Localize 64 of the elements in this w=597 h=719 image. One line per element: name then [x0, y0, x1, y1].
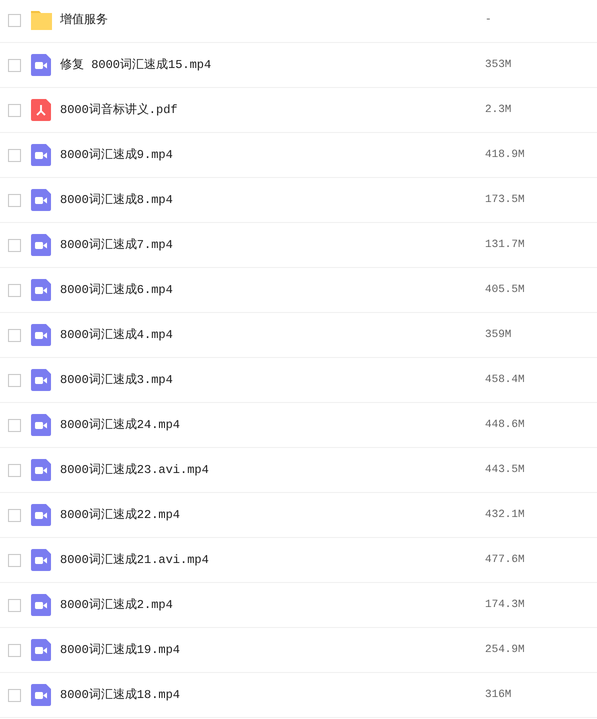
file-name[interactable]: 8000词汇速成4.mp4	[60, 326, 480, 344]
file-name[interactable]: 8000词汇速成18.mp4	[60, 686, 480, 704]
video-camera-icon	[31, 369, 51, 391]
file-name[interactable]: 8000词汇速成22.mp4	[60, 506, 480, 524]
file-name[interactable]: 8000词汇速成2.mp4	[60, 596, 480, 614]
file-size: 477.6M	[485, 552, 525, 568]
video-camera-icon	[31, 549, 51, 571]
file-size: 432.1M	[485, 508, 525, 523]
file-size: 359M	[485, 328, 512, 343]
file-name[interactable]: 8000词汇速成23.avi.mp4	[60, 461, 480, 479]
checkbox[interactable]	[8, 644, 21, 656]
video-camera-icon	[31, 54, 51, 76]
file-size: 405.5M	[485, 282, 525, 298]
video-camera-icon	[31, 459, 51, 481]
video-camera-icon	[31, 504, 51, 526]
file-name[interactable]: 8000词汇速成7.mp4	[60, 236, 480, 254]
checkbox[interactable]	[8, 464, 21, 476]
video-camera-icon	[31, 324, 51, 346]
checkbox[interactable]	[8, 418, 21, 432]
file-name[interactable]: 8000词汇速成8.mp4	[60, 191, 480, 209]
pdf-icon	[31, 99, 51, 121]
file-name[interactable]: 8000词汇速成21.avi.mp4	[60, 551, 480, 569]
checkbox[interactable]	[8, 284, 21, 296]
file-size: 458.4M	[485, 372, 525, 388]
file-name[interactable]: 8000词汇速成19.mp4	[60, 641, 480, 659]
checkbox[interactable]	[8, 104, 21, 116]
file-size: 254.9M	[485, 642, 525, 658]
checkbox[interactable]	[8, 554, 21, 566]
checkbox[interactable]	[8, 14, 21, 26]
checkbox[interactable]	[8, 194, 21, 206]
file-size: 2.3M	[485, 102, 512, 118]
checkbox[interactable]	[8, 58, 21, 72]
video-camera-icon	[31, 684, 51, 706]
checkbox[interactable]	[8, 238, 21, 252]
checkbox[interactable]	[8, 374, 21, 386]
checkbox[interactable]	[8, 328, 21, 342]
file-size: 443.5M	[485, 462, 525, 478]
folder-icon	[31, 10, 52, 30]
video-camera-icon	[31, 144, 51, 166]
file-name[interactable]: 8000词音标讲义.pdf	[60, 101, 480, 119]
checkbox[interactable]	[8, 598, 21, 612]
video-camera-icon	[31, 189, 51, 211]
file-size: 353M	[485, 58, 512, 73]
file-name[interactable]: 8000词汇速成24.mp4	[60, 416, 480, 434]
checkbox[interactable]	[8, 688, 21, 702]
file-name[interactable]: 修复 8000词汇速成15.mp4	[60, 56, 480, 74]
file-size: 173.5M	[485, 192, 525, 208]
video-camera-icon	[31, 414, 51, 436]
video-camera-icon	[31, 639, 51, 661]
checkbox[interactable]	[8, 148, 21, 162]
file-name[interactable]: 8000词汇速成3.mp4	[60, 371, 480, 389]
file-size: -	[485, 12, 492, 28]
file-size: 174.3M	[485, 598, 525, 613]
file-size: 448.6M	[485, 418, 525, 433]
file-name[interactable]: 8000词汇速成6.mp4	[60, 281, 480, 299]
file-size: 131.7M	[485, 238, 525, 253]
video-camera-icon	[31, 279, 51, 301]
checkbox[interactable]	[8, 508, 21, 522]
video-camera-icon	[31, 594, 51, 616]
file-name[interactable]: 增值服务	[60, 11, 480, 29]
video-camera-icon	[31, 234, 51, 256]
file-name[interactable]: 8000词汇速成9.mp4	[60, 146, 480, 164]
file-size: 316M	[485, 688, 512, 703]
file-size: 418.9M	[485, 148, 525, 163]
